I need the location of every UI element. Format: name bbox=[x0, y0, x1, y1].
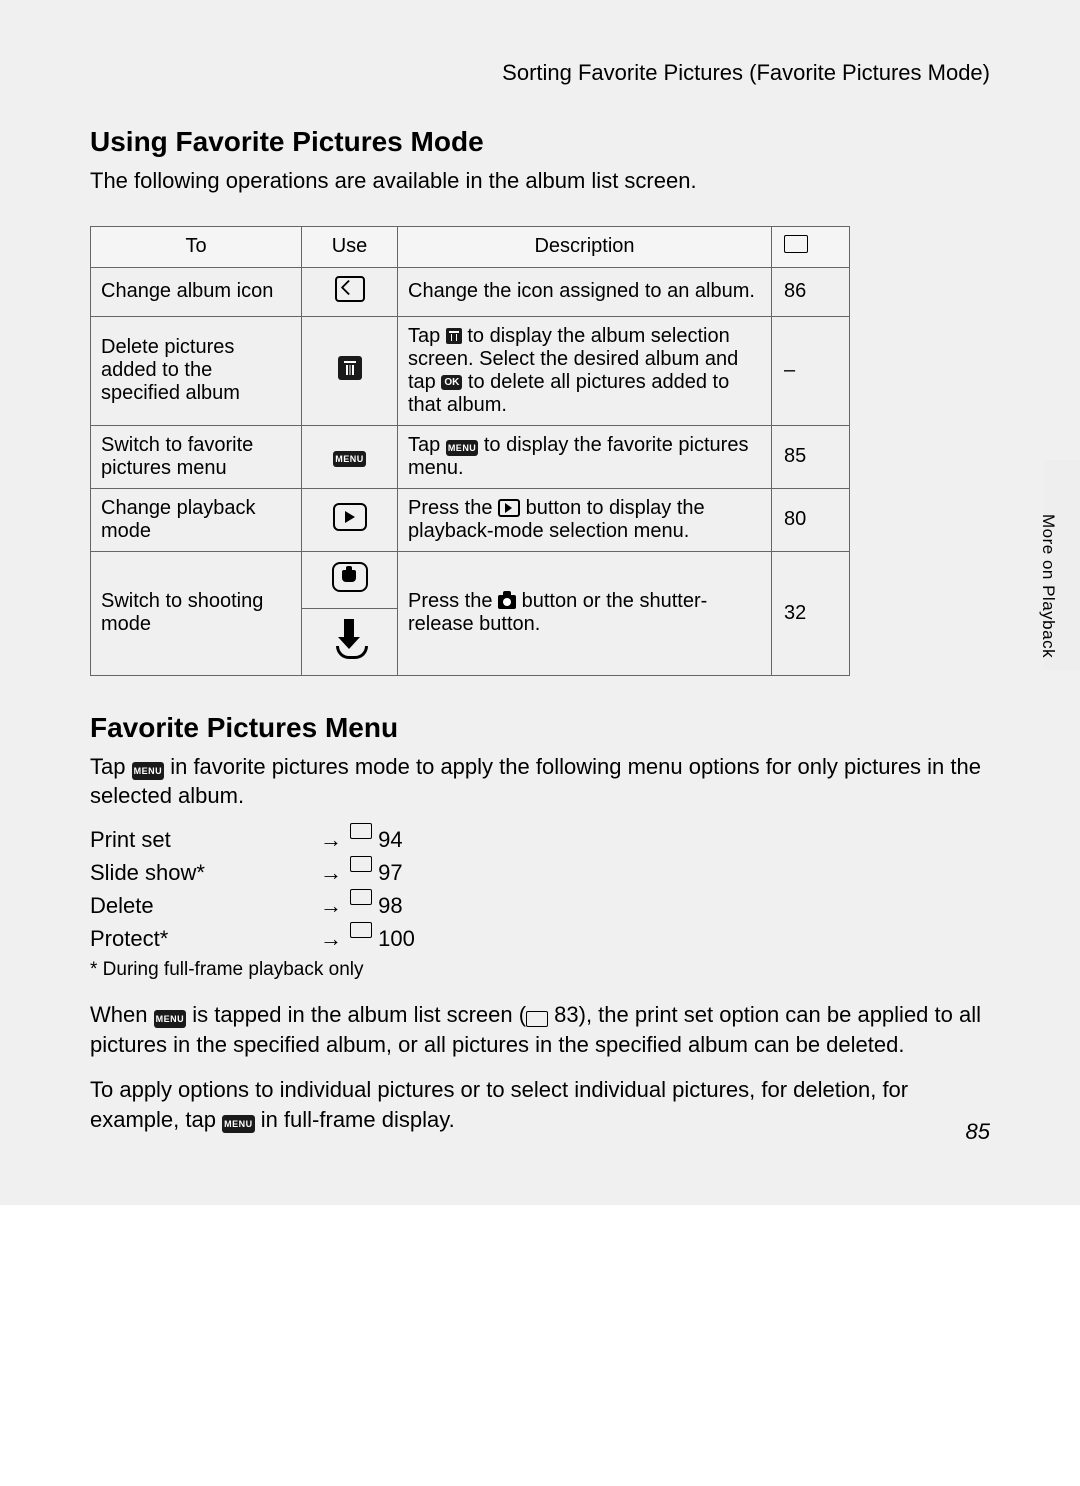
camera-icon bbox=[332, 562, 368, 592]
text: in favorite pictures mode to apply the f… bbox=[90, 754, 981, 809]
table-row: Switch to shooting mode Press the button… bbox=[91, 551, 850, 675]
playback-icon bbox=[498, 499, 520, 517]
cell-use bbox=[302, 316, 398, 425]
book-icon bbox=[784, 235, 808, 253]
trash-icon bbox=[338, 356, 362, 380]
text: Tap bbox=[408, 325, 446, 347]
book-icon bbox=[350, 856, 372, 872]
para-individual: To apply options to individual pictures … bbox=[90, 1075, 990, 1134]
playback-icon bbox=[333, 503, 367, 531]
page-number: 85 bbox=[966, 1119, 990, 1145]
cell-use bbox=[302, 267, 398, 316]
cell-desc: Change the icon assigned to an album. bbox=[398, 267, 772, 316]
edit-icon bbox=[335, 276, 365, 302]
cell-page: 85 bbox=[772, 425, 850, 488]
breadcrumb: Sorting Favorite Pictures (Favorite Pict… bbox=[90, 60, 990, 86]
cell-page: 86 bbox=[772, 267, 850, 316]
cell-to: Switch to favorite pictures menu bbox=[91, 425, 302, 488]
text: in full-frame display. bbox=[255, 1107, 455, 1132]
menu-icon: MENU bbox=[154, 1010, 187, 1028]
menu-item-delete: Delete → 98 bbox=[90, 889, 990, 922]
text: To apply options to individual pictures … bbox=[90, 1077, 908, 1132]
text: Press the bbox=[408, 497, 498, 519]
cell-to: Switch to shooting mode bbox=[91, 551, 302, 675]
menu-item-slide-show: Slide show* → 97 bbox=[90, 856, 990, 889]
menu-item-print-set: Print set → 94 bbox=[90, 823, 990, 856]
section-title-menu: Favorite Pictures Menu bbox=[90, 712, 990, 744]
menu-page: 98 bbox=[378, 889, 402, 922]
table-row: Delete pictures added to the specified a… bbox=[91, 316, 850, 425]
th-desc: Description bbox=[398, 226, 772, 267]
cell-use: MENU bbox=[302, 425, 398, 488]
cell-desc: Press the button or the shutter-release … bbox=[398, 551, 772, 675]
table-row: Switch to favorite pictures menu MENU Ta… bbox=[91, 425, 850, 488]
text: Tap bbox=[408, 434, 446, 456]
intro2: Tap MENU in favorite pictures mode to ap… bbox=[90, 752, 990, 811]
book-icon bbox=[350, 922, 372, 938]
menu-item-protect: Protect* → 100 bbox=[90, 922, 990, 955]
cell-desc: Tap to display the album selection scree… bbox=[398, 316, 772, 425]
menu-page: 97 bbox=[378, 856, 402, 889]
th-page bbox=[772, 226, 850, 267]
intro-text: The following operations are available i… bbox=[90, 166, 990, 196]
para-album-list: When MENU is tapped in the album list sc… bbox=[90, 1000, 990, 1059]
section-title-using: Using Favorite Pictures Mode bbox=[90, 126, 990, 158]
text: Press the bbox=[408, 590, 498, 612]
menu-icon: MENU bbox=[446, 440, 479, 456]
arrow-icon: → bbox=[320, 823, 350, 856]
menu-icon: MENU bbox=[333, 451, 366, 467]
cell-to: Delete pictures added to the specified a… bbox=[91, 316, 302, 425]
menu-list: Print set → 94 Slide show* → 97 Delete →… bbox=[90, 823, 990, 955]
menu-label: Protect* bbox=[90, 922, 320, 955]
menu-label: Print set bbox=[90, 823, 320, 856]
arrow-icon: → bbox=[320, 922, 350, 955]
arrow-icon: → bbox=[320, 889, 350, 922]
cell-to: Change playback mode bbox=[91, 488, 302, 551]
menu-page: 100 bbox=[378, 922, 415, 955]
cell-to: Change album icon bbox=[91, 267, 302, 316]
text: When bbox=[90, 1002, 154, 1027]
text: Tap bbox=[90, 754, 132, 779]
menu-icon: MENU bbox=[222, 1115, 255, 1133]
menu-label: Slide show* bbox=[90, 856, 320, 889]
th-to: To bbox=[91, 226, 302, 267]
text: is tapped in the album list screen ( bbox=[186, 1002, 526, 1027]
ok-icon: OK bbox=[441, 375, 462, 390]
menu-page: 94 bbox=[378, 823, 402, 856]
cell-page: 80 bbox=[772, 488, 850, 551]
cell-use bbox=[302, 551, 398, 675]
menu-icon: MENU bbox=[132, 762, 165, 780]
cell-desc: Press the button to display the playback… bbox=[398, 488, 772, 551]
th-use: Use bbox=[302, 226, 398, 267]
shutter-release-icon bbox=[334, 619, 366, 659]
menu-label: Delete bbox=[90, 889, 320, 922]
cell-page: – bbox=[772, 316, 850, 425]
footnote: * During full-frame playback only bbox=[90, 959, 990, 981]
book-icon bbox=[350, 823, 372, 839]
table-row: Change album icon Change the icon assign… bbox=[91, 267, 850, 316]
cell-desc: Tap MENU to display the favorite picture… bbox=[398, 425, 772, 488]
operations-table: To Use Description Change album icon Cha… bbox=[90, 226, 850, 676]
table-row: Change playback mode Press the button to… bbox=[91, 488, 850, 551]
camera-icon bbox=[498, 595, 516, 609]
cell-page: 32 bbox=[772, 551, 850, 675]
cell-use bbox=[302, 488, 398, 551]
book-icon bbox=[526, 1011, 548, 1027]
book-icon bbox=[350, 889, 372, 905]
arrow-icon: → bbox=[320, 856, 350, 889]
trash-icon bbox=[446, 328, 462, 344]
